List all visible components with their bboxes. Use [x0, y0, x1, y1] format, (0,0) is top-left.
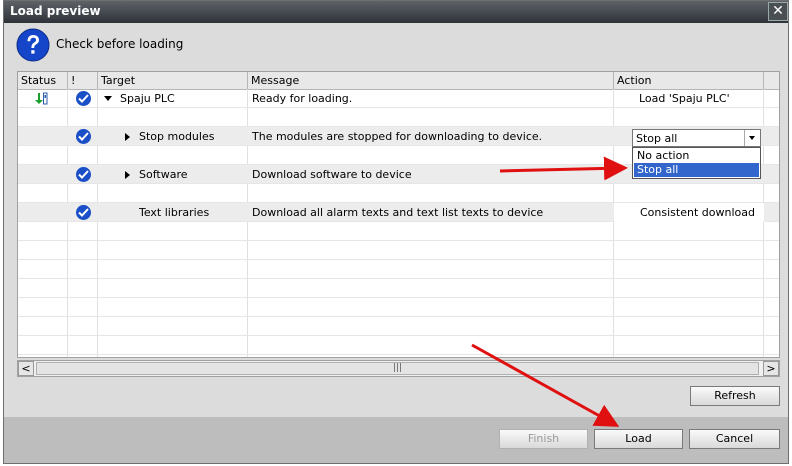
chevron-down-icon[interactable]: [744, 130, 760, 146]
scroll-thumb[interactable]: |||: [36, 362, 759, 375]
check-icon: [76, 167, 91, 182]
close-icon[interactable]: ✕: [768, 2, 788, 21]
check-before-loading-label: Check before loading: [56, 37, 184, 51]
empty-row: [18, 336, 779, 355]
empty-row: [18, 279, 779, 298]
row-target: Text libraries: [139, 206, 210, 219]
column-header-extra: [764, 72, 779, 89]
stop-action-options: No action Stop all: [632, 147, 761, 179]
finish-button[interactable]: Finish: [499, 429, 588, 449]
download-status-icon: [35, 92, 48, 105]
empty-row: [18, 260, 779, 279]
row-action[interactable]: Consistent download: [614, 203, 764, 222]
expand-right-icon[interactable]: [125, 133, 130, 141]
column-header-status[interactable]: Status: [18, 72, 68, 89]
empty-row: [18, 298, 779, 317]
cancel-button[interactable]: Cancel: [689, 429, 780, 449]
column-header-target[interactable]: Target: [98, 72, 248, 89]
help-icon: [16, 28, 50, 62]
row-target: Software: [139, 168, 188, 181]
column-header-alert[interactable]: !: [68, 72, 98, 89]
empty-row: [18, 317, 779, 336]
empty-row: [18, 241, 779, 260]
row-message: Ready for loading.: [252, 92, 353, 105]
load-preview-table: Status ! Target Message Action Spaju PLC…: [17, 71, 780, 358]
horizontal-scrollbar[interactable]: < ||| >: [17, 360, 780, 377]
dialog-footer: Finish Load Cancel: [4, 417, 788, 463]
refresh-button[interactable]: Refresh: [690, 386, 780, 406]
row-message: The modules are stopped for downloading …: [252, 130, 543, 143]
check-icon: [76, 205, 91, 220]
title-bar: Load preview ✕: [4, 1, 788, 23]
row-target: Spaju PLC: [120, 92, 175, 105]
table-row[interactable]: Text libraries Download all alarm texts …: [18, 203, 779, 222]
empty-row: [18, 184, 779, 203]
stop-action-select[interactable]: Stop all: [632, 129, 761, 147]
option-stop-all[interactable]: Stop all: [634, 163, 759, 177]
expand-right-icon[interactable]: [125, 171, 130, 179]
scroll-left-icon[interactable]: <: [18, 361, 34, 376]
expand-down-icon[interactable]: [104, 96, 112, 101]
row-target: Stop modules: [139, 130, 215, 143]
empty-row: [18, 108, 779, 127]
empty-row: [18, 222, 779, 241]
row-action[interactable]: Load 'Spaju PLC': [639, 89, 730, 108]
select-value: Stop all: [636, 132, 678, 145]
column-header-action[interactable]: Action: [614, 72, 764, 89]
column-header-message[interactable]: Message: [248, 72, 614, 89]
row-message: Download software to device: [252, 168, 412, 181]
check-icon: [76, 129, 91, 144]
dialog-title: Load preview: [10, 4, 101, 18]
load-preview-dialog: Load preview ✕ Check before loading Stat…: [3, 0, 789, 464]
row-message: Download all alarm texts and text list t…: [252, 206, 544, 219]
load-button[interactable]: Load: [594, 429, 683, 449]
option-no-action[interactable]: No action: [634, 149, 759, 163]
table-header: Status ! Target Message Action: [18, 72, 779, 90]
check-icon: [76, 91, 91, 106]
scroll-right-icon[interactable]: >: [763, 361, 779, 376]
table-row[interactable]: Spaju PLC Ready for loading. Load 'Spaju…: [18, 89, 779, 108]
